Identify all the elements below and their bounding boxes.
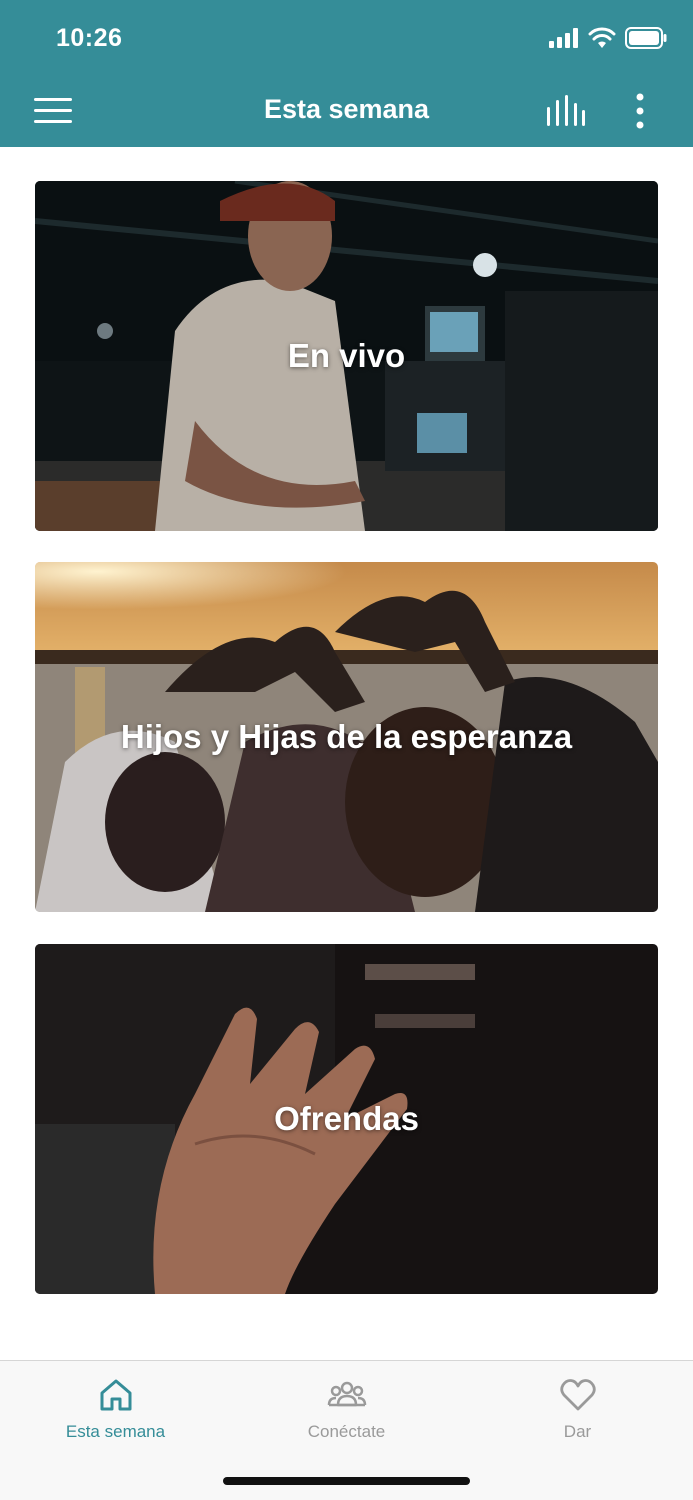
nav-label: Dar — [563, 1422, 592, 1441]
wifi-icon — [588, 27, 616, 48]
signal-icon — [549, 28, 578, 48]
more-options-button[interactable] — [630, 93, 650, 129]
people-icon — [327, 1381, 366, 1407]
nav-item-conectate[interactable]: Conéctate — [231, 1361, 462, 1456]
nav-label: Conéctate — [307, 1422, 386, 1441]
stats-button[interactable] — [546, 95, 586, 127]
stats-icon — [547, 95, 585, 126]
nav-item-dar[interactable]: Dar — [462, 1361, 693, 1456]
card-label: Hijos y Hijas de la esperanza — [120, 718, 573, 755]
card-label: En vivo — [287, 337, 406, 374]
status-time: 10:26 — [56, 24, 123, 52]
more-vertical-icon — [636, 93, 644, 129]
home-indicator — [223, 1477, 470, 1485]
card-ofrendas[interactable]: Ofrendas — [35, 944, 658, 1294]
top-bar: 10:26 Esta semana — [0, 0, 693, 147]
home-icon — [100, 1379, 131, 1411]
nav-item-esta-semana[interactable]: Esta semana — [0, 1361, 231, 1456]
heart-icon — [559, 1379, 596, 1411]
page-title: Esta semana — [263, 94, 430, 124]
battery-icon — [625, 27, 667, 49]
card-en-vivo[interactable]: En vivo — [35, 181, 658, 531]
card-label: Ofrendas — [274, 1100, 419, 1137]
nav-label: Esta semana — [65, 1422, 166, 1441]
card-hijos-y-hijas[interactable]: Hijos y Hijas de la esperanza — [35, 562, 658, 912]
status-icons — [549, 26, 667, 50]
